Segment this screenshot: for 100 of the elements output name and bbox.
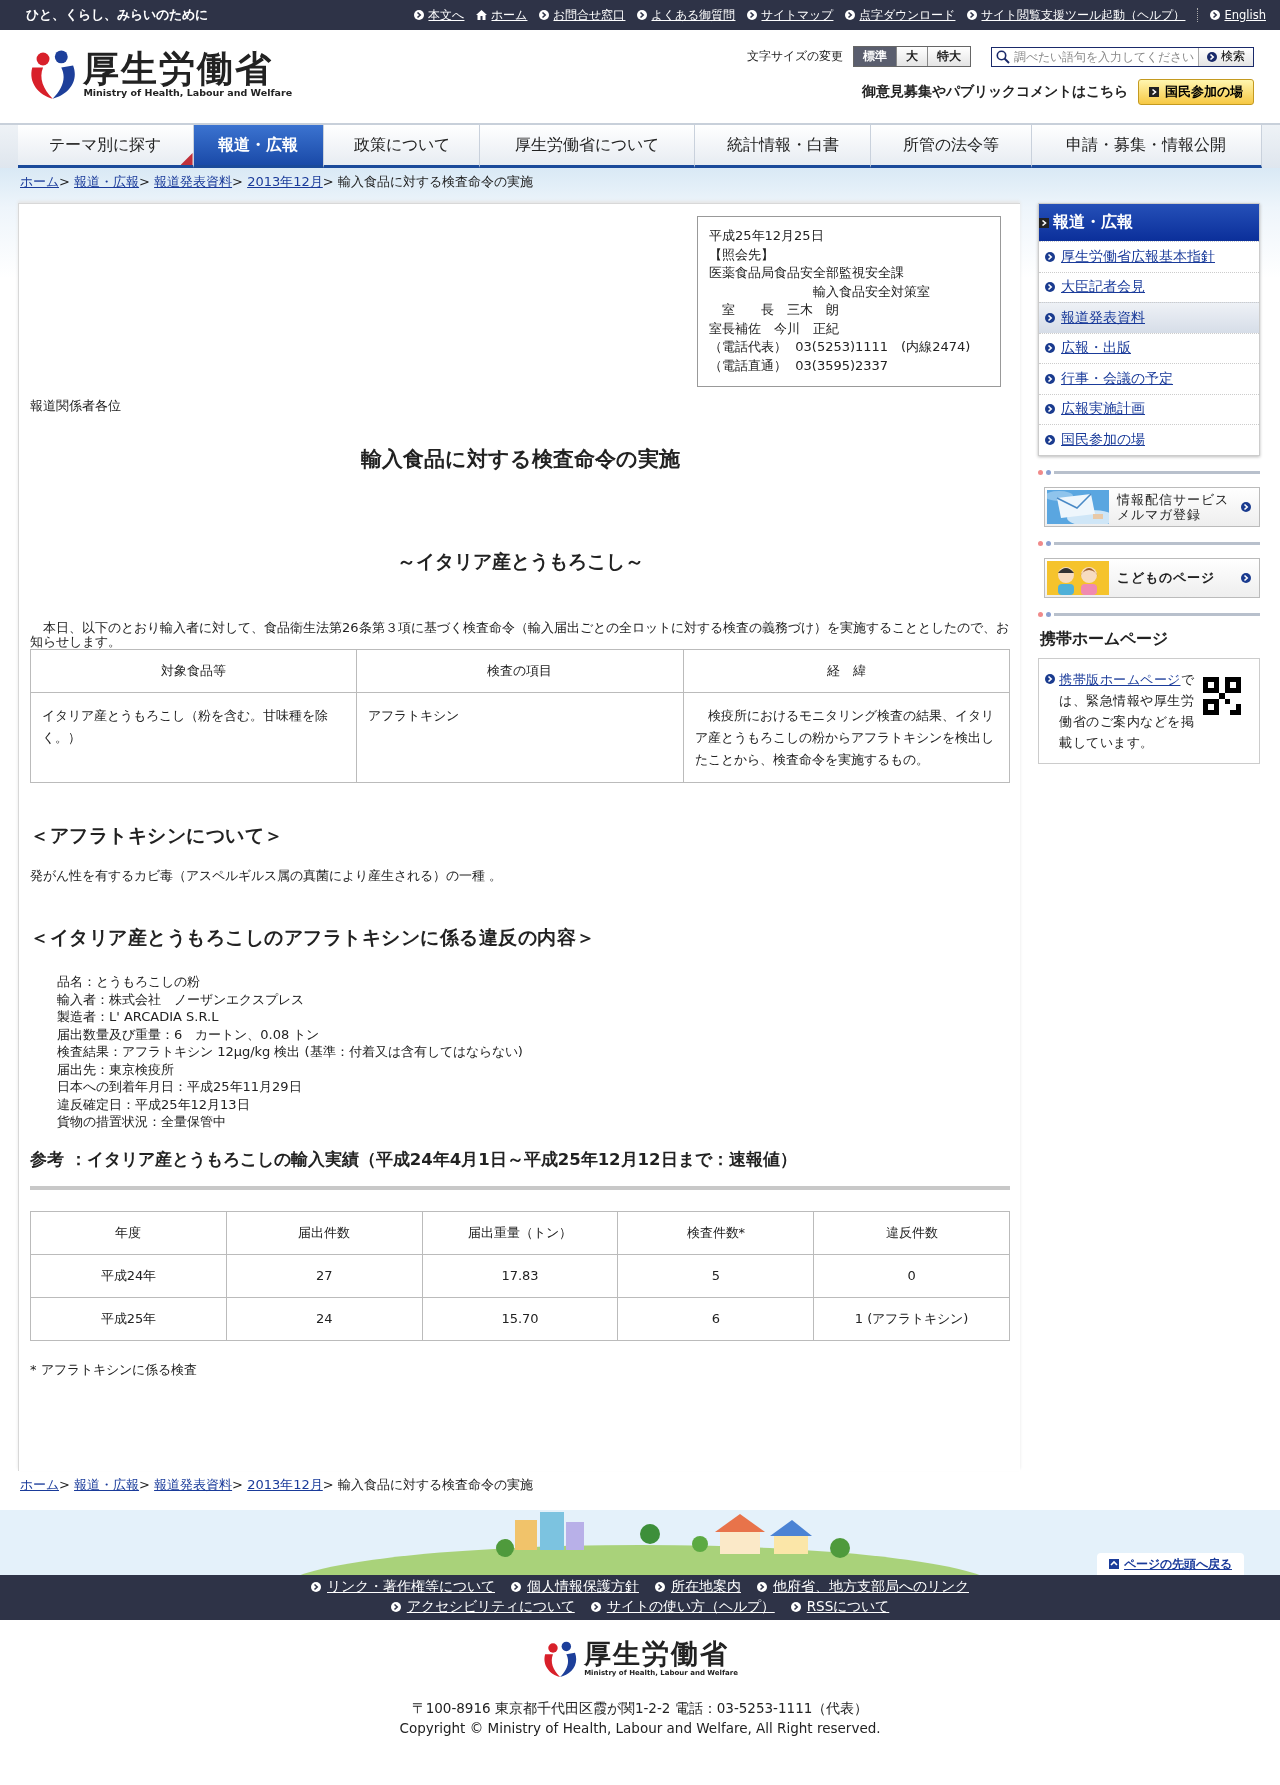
addressee-text: 報道関係者各位 xyxy=(30,397,122,415)
footer-link[interactable]: 他府省、地方支部局へのリンク xyxy=(757,1577,969,1596)
table-header: 検査件数* xyxy=(617,1211,814,1254)
header-link[interactable]: 本文へ xyxy=(414,7,465,23)
mobile-heading: 携帯ホームページ xyxy=(1040,628,1169,650)
nav-tab[interactable]: 所管の法令等 xyxy=(870,125,1032,168)
sidebar-item[interactable]: 厚生労働省広報基本指針 xyxy=(1039,241,1259,272)
section-text: 発がん性を有するカビ毒（アスペルギルス属の真菌により産生される）の一種 。 xyxy=(30,867,504,885)
breadcrumb-link[interactable]: 報道・広報 xyxy=(74,173,140,191)
font-size-label: 文字サイズの変更 xyxy=(747,48,843,65)
participation-button[interactable]: 国民参加の場 xyxy=(1138,79,1254,105)
breadcrumb-link[interactable]: 2013年12月 xyxy=(247,1475,323,1494)
breadcrumb-separator: > xyxy=(232,174,244,189)
arrow-icon xyxy=(1045,404,1055,415)
violation-detail: 届出先：東京検疫所 xyxy=(57,1060,175,1078)
sidebar-item[interactable]: 広報・出版 xyxy=(1039,332,1259,363)
sidebar-item[interactable]: 行事・会議の予定 xyxy=(1039,363,1259,394)
arrow-icon xyxy=(1210,10,1221,20)
table-cell: 5 xyxy=(617,1254,814,1297)
arrow-icon xyxy=(845,10,856,20)
arrow-icon xyxy=(1045,434,1055,445)
mobile-site-link[interactable]: 携帯版ホームページ xyxy=(1059,671,1181,687)
search-icon xyxy=(996,49,1010,64)
header-link[interactable]: サイトマップ xyxy=(747,7,834,23)
violation-detail: 輸入者：株式会社 ノーザンエクスプレス xyxy=(57,990,305,1008)
ministry-logo-icon xyxy=(28,48,78,100)
violation-detail: 日本への到着年月日：平成25年11月29日 xyxy=(57,1078,303,1096)
breadcrumb-separator: > xyxy=(59,1476,71,1492)
sidebar-item[interactable]: 報道発表資料 xyxy=(1039,302,1259,333)
contact-info-box: 平成25年12月25日 【照会先】 医薬食品局食品安全部監視安全課 輸入食品安全対策室 室 長 三木 朗 室長補佐 今川 正紀 （電話代表） 03(5253)1111 (内線2474) （電話直通） 03(3595)2337 xyxy=(697,216,1001,387)
sidebar-item[interactable]: 国民参加の場 xyxy=(1039,424,1259,455)
font-size-button[interactable]: 大 xyxy=(896,47,927,66)
nav-tab[interactable]: 報道・広報 xyxy=(193,125,325,168)
sidebar-item[interactable]: 大臣記者会見 xyxy=(1039,271,1259,302)
violation-detail: 品名：とうもろこしの粉 xyxy=(57,973,201,991)
arrow-icon xyxy=(1045,343,1055,354)
nav-tab[interactable]: 申請・募集・情報公開 xyxy=(1031,125,1262,168)
breadcrumb-link[interactable]: ホーム xyxy=(20,173,59,191)
header-link[interactable]: 点字ダウンロード xyxy=(845,7,956,23)
footer-link[interactable]: リンク・著作権等について xyxy=(311,1577,495,1596)
arrow-icon xyxy=(1045,251,1055,262)
header-link[interactable]: English xyxy=(1210,8,1266,22)
header-link[interactable]: サイト閲覧支援ツール起動（ヘルプ） xyxy=(967,7,1186,23)
footer-link[interactable]: アクセシビリティについて xyxy=(390,1597,575,1616)
footer-link[interactable]: 所在地案内 xyxy=(655,1577,741,1596)
table-cell: 17.83 xyxy=(422,1254,618,1297)
table-cell: 平成25年 xyxy=(30,1297,227,1340)
violation-detail: 違反確定日：平成25年12月13日 xyxy=(57,1095,251,1113)
table-header: 年度 xyxy=(30,1211,227,1254)
breadcrumb-link[interactable]: ホーム xyxy=(20,1475,59,1494)
page-top-link[interactable]: ページの先頭へ戻る xyxy=(1097,1552,1244,1575)
footer-address: 〒100-8916 東京都千代田区霞が関1-2-2 電話：03-5253-1111（代表） xyxy=(411,1698,869,1718)
arrow-icon xyxy=(1207,51,1217,62)
footer-link[interactable]: RSSについて xyxy=(790,1597,890,1616)
footer-link[interactable]: サイトの使い方（ヘルプ） xyxy=(590,1597,775,1616)
arrow-icon xyxy=(414,10,425,20)
breadcrumb-link[interactable]: 2013年12月 xyxy=(247,173,323,191)
arrow-icon xyxy=(590,1601,601,1612)
breadcrumb-separator: > xyxy=(139,174,151,189)
violation-detail: 製造者：L' ARCADIA S.R.L xyxy=(57,1008,220,1026)
breadcrumb-separator: > xyxy=(59,174,71,189)
search-button[interactable]: 検索 xyxy=(1198,47,1253,66)
page-subtitle: ～イタリア産とうもろこし～ xyxy=(395,549,645,574)
breadcrumb-link[interactable]: 報道・広報 xyxy=(74,1475,140,1494)
arrow-icon xyxy=(1241,572,1251,583)
arrow-icon xyxy=(1241,501,1251,512)
arrow-icon xyxy=(637,10,648,20)
breadcrumb-link[interactable]: 報道発表資料 xyxy=(154,173,233,191)
breadcrumb-link[interactable]: 報道発表資料 xyxy=(154,1475,233,1494)
footnote: * アフラトキシンに係る検査 xyxy=(30,1360,198,1379)
table-cell: 平成24年 xyxy=(30,1254,227,1297)
table-header: 検査の項目 xyxy=(356,649,684,693)
page-title: 輸入食品に対する検査命令の実施 xyxy=(359,446,681,473)
sidebar-item[interactable]: 広報実施計画 xyxy=(1039,393,1259,424)
nav-tab[interactable]: 統計情報・白書 xyxy=(695,125,871,168)
font-size-button[interactable]: 特大 xyxy=(927,47,970,66)
nav-tab[interactable]: 政策について xyxy=(324,125,480,168)
breadcrumb-current: 輸入食品に対する検査命令の実施 xyxy=(337,173,533,191)
table-header: 違反件数 xyxy=(813,1211,1010,1254)
violation-detail: 届出数量及び重量：6 カートン、0.08 トン xyxy=(57,1025,321,1043)
header-link[interactable]: ホーム xyxy=(476,7,528,23)
arrow-icon xyxy=(747,10,758,20)
arrow-icon xyxy=(757,1581,767,1592)
home-icon xyxy=(476,10,488,20)
arrow-icon xyxy=(967,10,978,20)
site-tagline: ひと、くらし、みらいのために xyxy=(26,6,208,24)
logo-wordmark: 厚生労働省 xyxy=(83,49,275,88)
arrow-icon xyxy=(655,1581,665,1592)
ministry-logo-icon xyxy=(542,1639,579,1678)
search-field[interactable]: 調べたい語句を入力してください 検索 xyxy=(991,46,1254,67)
footer-link[interactable]: 個人情報保護方針 xyxy=(511,1577,639,1596)
banner-link[interactable]: 情報配信サービス メルマガ登録 xyxy=(1044,486,1260,527)
public-comment-text: 御意見募集やパブリックコメントはこちら xyxy=(862,83,1128,101)
banner-link[interactable]: こどものページ xyxy=(1044,557,1260,598)
nav-tab[interactable]: 厚生労働省について xyxy=(479,125,696,168)
header-link[interactable]: お問合せ窓口 xyxy=(539,7,626,23)
header-link[interactable]: よくある御質問 xyxy=(637,7,736,23)
table-cell: 24 xyxy=(226,1297,423,1340)
font-size-button[interactable]: 標準 xyxy=(854,47,896,66)
nav-tab[interactable]: テーマ別に探す xyxy=(18,125,194,168)
